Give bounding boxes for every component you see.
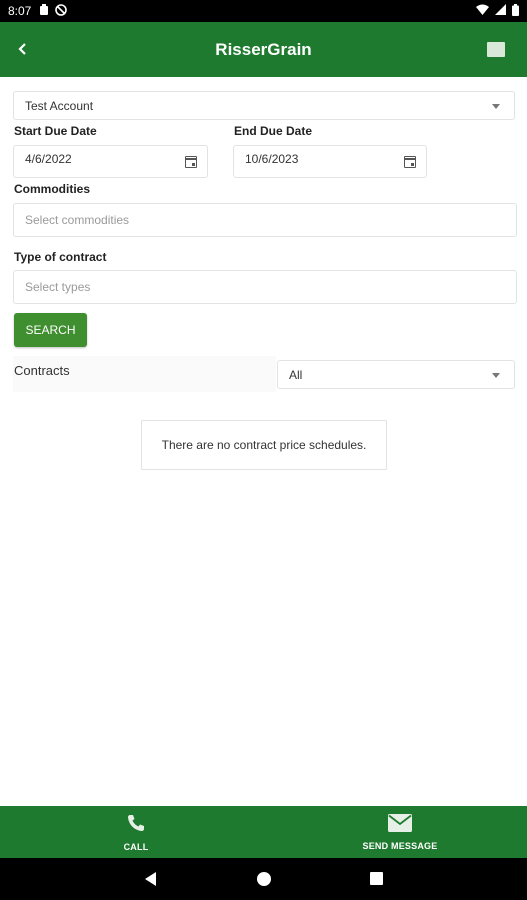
call-button[interactable]: CALL xyxy=(86,806,186,858)
account-select[interactable]: Test Account xyxy=(13,91,515,120)
commodities-select[interactable]: Select commodities xyxy=(13,203,517,237)
menu-icon[interactable] xyxy=(487,42,505,57)
contracts-filter-select[interactable]: All xyxy=(277,360,515,389)
status-time: 8:07 xyxy=(8,4,32,18)
commodities-label: Commodities xyxy=(14,182,91,196)
chevron-down-icon xyxy=(492,103,500,109)
bottom-action-bar: CALL SEND MESSAGE xyxy=(0,806,527,858)
commodities-placeholder: Select commodities xyxy=(25,213,130,227)
system-nav-bar xyxy=(0,858,527,900)
contracts-filter-value: All xyxy=(289,367,303,382)
call-label: CALL xyxy=(123,841,149,852)
nav-recents-icon[interactable] xyxy=(370,872,383,885)
chevron-down-icon xyxy=(492,372,500,378)
contract-type-placeholder: Select types xyxy=(25,280,91,294)
envelope-icon xyxy=(388,813,412,837)
contract-type-select[interactable]: Select types xyxy=(13,270,517,304)
start-due-date-input[interactable]: 4/6/2022 xyxy=(13,145,208,178)
do-not-disturb-icon xyxy=(55,3,68,19)
send-message-label: SEND MESSAGE xyxy=(362,840,438,851)
empty-state-message: There are no contract price schedules. xyxy=(141,420,387,470)
send-message-button[interactable]: SEND MESSAGE xyxy=(340,806,460,858)
nav-back-icon[interactable] xyxy=(145,872,156,886)
empty-state-text: There are no contract price schedules. xyxy=(161,438,367,452)
back-arrow-icon[interactable] xyxy=(12,37,34,61)
phone-icon xyxy=(126,813,146,838)
search-button[interactable]: SEARCH xyxy=(14,313,87,347)
end-due-date-input[interactable]: 10/6/2023 xyxy=(233,145,427,178)
wifi-icon xyxy=(476,4,489,18)
nav-home-icon[interactable] xyxy=(257,872,271,886)
status-bar: 8:07 xyxy=(0,0,527,22)
signal-icon xyxy=(495,4,506,18)
start-due-date-label: Start Due Date xyxy=(14,124,97,138)
contracts-label: Contracts xyxy=(14,363,70,378)
notification-icon xyxy=(39,4,49,18)
calendar-icon[interactable] xyxy=(185,156,197,168)
calendar-icon[interactable] xyxy=(404,156,416,168)
account-select-value: Test Account xyxy=(25,98,94,113)
contract-type-label: Type of contract xyxy=(14,250,107,264)
app-bar: RisserGrain xyxy=(0,22,527,77)
end-due-date-value: 10/6/2023 xyxy=(245,152,299,166)
end-due-date-label: End Due Date xyxy=(234,124,313,138)
battery-icon xyxy=(512,3,519,19)
start-due-date-value: 4/6/2022 xyxy=(25,152,72,166)
app-title: RisserGrain xyxy=(215,39,312,59)
